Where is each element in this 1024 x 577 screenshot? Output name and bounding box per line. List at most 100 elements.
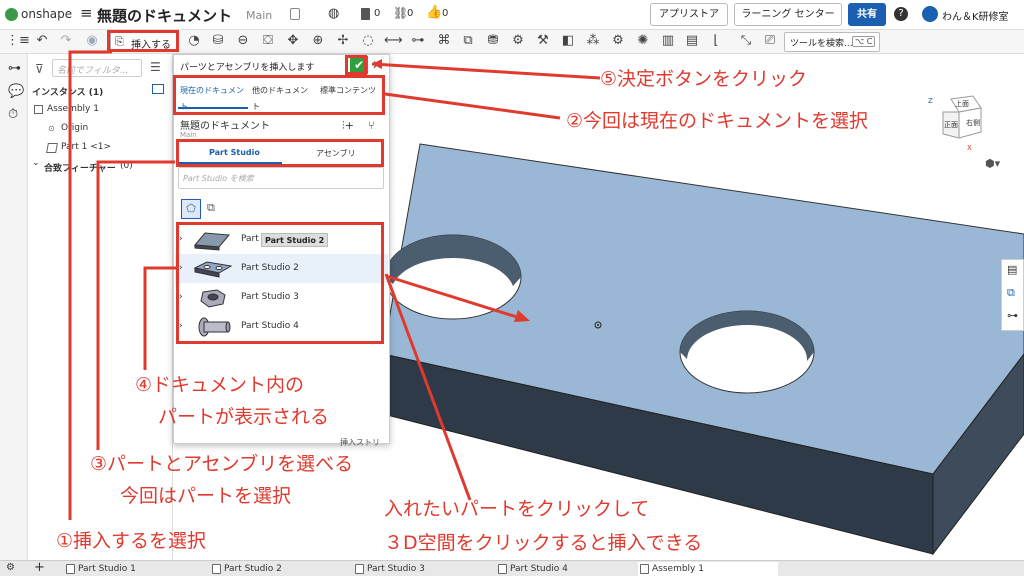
insert-button[interactable]: ⎘ 挿入する [110, 32, 178, 52]
mates-header[interactable]: 合致フィーチャー [44, 161, 116, 174]
tab-part-studio-3[interactable]: Part Studio 3 [353, 562, 493, 577]
interference-icon[interactable]: ⤡ [738, 33, 754, 49]
cylindrical-mate-icon[interactable]: ⊕ [310, 33, 326, 49]
mates-panel-icon[interactable]: ⊶ [1007, 309, 1018, 322]
versions-icon[interactable] [361, 8, 370, 20]
plate-part-thumbnail [193, 261, 233, 278]
tab-label: Assembly 1 [652, 564, 704, 574]
chevron-right-icon: › [179, 321, 183, 331]
tab-assembly-1[interactable]: Assembly 1 [638, 562, 778, 577]
filter-input[interactable]: 名前でフィルタ... [52, 59, 142, 77]
tab-standard-content[interactable]: 標準コンテンツ [320, 83, 386, 99]
part-studio-row[interactable]: › Part Studio 4 [175, 312, 388, 341]
link-icon[interactable]: ⛓ [393, 6, 408, 20]
pin-slot-mate-icon[interactable]: ✢ [335, 33, 351, 49]
document-title[interactable]: 無題のドキュメント [97, 5, 232, 26]
tangent-mate-icon[interactable]: ⊶ [410, 33, 426, 49]
globe-icon[interactable]: ◍ [328, 6, 339, 21]
thumbs-up-icon[interactable]: 👍 [426, 5, 442, 20]
share-button[interactable]: 共有 [848, 3, 886, 26]
bottom-bar-icon[interactable]: ⚙ [6, 562, 15, 573]
origin-item[interactable]: Origin [61, 123, 88, 133]
slider-mate-icon[interactable]: ⛋ [260, 33, 276, 49]
mode-icon[interactable]: ◉ [84, 33, 100, 49]
explode-icon[interactable]: ✺ [635, 33, 651, 49]
chevron-right-icon: › [179, 292, 183, 302]
planar-mate-icon[interactable]: ✥ [285, 33, 301, 49]
menu-icon[interactable]: ≡ [80, 4, 93, 22]
subtab-part-studio[interactable]: Part Studio [209, 148, 260, 157]
comments-icon[interactable]: 💬 [8, 84, 24, 99]
settings-icon[interactable]: ⚙ [610, 33, 626, 49]
onshape-logo-icon[interactable] [5, 8, 18, 21]
part-studio-search[interactable]: Part Studio を検索 [178, 167, 384, 189]
fastened-mate-icon[interactable]: ⛁ [210, 33, 226, 49]
view-icon[interactable]: ⎚ [762, 33, 778, 49]
tab-part-studio-2[interactable]: Part Studio 2 [210, 562, 350, 577]
filter-icon[interactable]: ⊽ [35, 62, 44, 76]
tool-search[interactable]: ツールを検索... ⌥ C [784, 32, 880, 52]
composite-filter-icon[interactable]: ⧉ [207, 201, 215, 215]
undo-icon[interactable]: ↶ [34, 33, 50, 49]
nut-part-thumbnail [200, 289, 226, 308]
view-options-icon[interactable]: ⬢▾ [985, 157, 1000, 170]
tab-part-studio-1[interactable]: Part Studio 1 [64, 562, 204, 577]
measure-icon[interactable]: ⌊ [708, 33, 724, 49]
part-studio-row[interactable]: › Part Studio 2 [175, 254, 388, 283]
gear-relation-icon[interactable]: ⚙ [510, 33, 526, 49]
add-tab-icon[interactable]: + [34, 560, 45, 575]
close-button[interactable]: ✕ [372, 58, 382, 72]
parts-panel-icon[interactable]: ⧉ [1007, 286, 1015, 300]
configurations-icon[interactable]: ⊶ [8, 61, 21, 76]
tab-current-document[interactable]: 現在のドキュメント [180, 83, 246, 115]
relation-icon[interactable]: ⛃ [485, 33, 501, 49]
list-view-icon[interactable]: ☰ [150, 60, 161, 74]
chevron-down-icon[interactable]: ⌄ [32, 158, 40, 168]
part-item[interactable]: Part 1 <1> [61, 142, 111, 152]
viewcube-right[interactable]: 右側 [966, 118, 980, 128]
axis-x-label: X [967, 144, 972, 152]
wedge-part-thumbnail [194, 232, 230, 251]
viewcube-top[interactable]: 上面 [955, 99, 969, 109]
learning-center-button[interactable]: ラーニング センター [734, 3, 842, 26]
tab-other-documents[interactable]: 他のドキュメント [252, 83, 314, 115]
assembly-item[interactable]: Assembly 1 [47, 104, 99, 114]
subtab-assembly[interactable]: アセンブリ [316, 148, 356, 159]
app-store-button[interactable]: アプリストア [650, 3, 728, 26]
part-studio-row[interactable]: › Part Studio 3 [175, 283, 388, 312]
insert-options-icon[interactable]: ⫶+ [342, 119, 354, 133]
appearance-panel-icon[interactable]: ▤ [1007, 263, 1017, 276]
add-folder-icon[interactable] [152, 84, 164, 94]
mate-connector-icon[interactable]: ◔ [186, 33, 202, 49]
pattern-icon[interactable]: ⁂ [585, 33, 601, 49]
bom-icon[interactable]: ▥ [660, 33, 676, 49]
display-state-icon[interactable]: ▤ [684, 33, 700, 49]
part-studio-row[interactable]: › Part Part Studio 2 [175, 225, 388, 254]
copy-icon[interactable] [290, 8, 300, 20]
brand-name[interactable]: onshape [21, 7, 72, 21]
tab-part-studio-4[interactable]: Part Studio 4 [496, 562, 636, 577]
parallel-mate-icon[interactable]: ⟷ [384, 33, 403, 49]
assembly-icon [640, 564, 649, 574]
group-icon[interactable]: ⧉ [460, 33, 476, 49]
annotation-step-4-line2: パートが表示される [158, 406, 330, 428]
timer-icon[interactable]: ⏱ [8, 107, 18, 122]
view-cube[interactable]: 上面 正面 右側 Z X [928, 94, 988, 152]
user-avatar-icon[interactable] [922, 6, 938, 22]
ball-mate-icon[interactable]: ◌ [360, 33, 376, 49]
replicate-icon[interactable]: ⌘ [436, 33, 452, 49]
parts-filter-icon[interactable]: ⬠ [181, 199, 201, 219]
help-icon[interactable]: ? [894, 7, 908, 21]
origin-icon: ⊙ [48, 124, 55, 133]
redo-icon[interactable]: ↷ [58, 33, 74, 49]
tree-icon[interactable]: ⋮≡ [6, 33, 30, 49]
branch-icon[interactable]: ⑂ [368, 119, 375, 132]
user-name[interactable]: わん＆K研修室 [942, 8, 1009, 23]
confirm-button[interactable]: ✔ [350, 56, 368, 74]
section-view-icon[interactable]: ◧ [560, 33, 576, 49]
part-row-label: Part Studio 4 [241, 321, 299, 331]
rack-pinion-icon[interactable]: ⚒ [535, 33, 551, 49]
part-studio-search-placeholder: Part Studio を検索 [183, 174, 254, 183]
revolute-mate-icon[interactable]: ⊖ [235, 33, 251, 49]
viewcube-front[interactable]: 正面 [944, 120, 958, 130]
